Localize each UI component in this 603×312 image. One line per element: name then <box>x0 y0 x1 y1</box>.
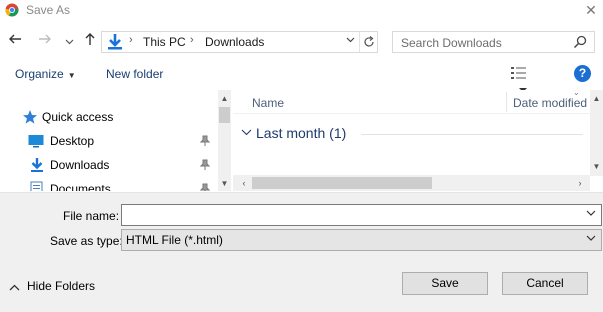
scroll-down-button[interactable]: ▼ <box>590 160 603 174</box>
navpane-item-downloads[interactable]: Downloads <box>0 155 218 175</box>
desktop-icon <box>28 135 44 148</box>
refresh-icon <box>363 36 374 47</box>
help-button[interactable]: ? <box>574 65 591 82</box>
breadcrumb-downloads[interactable]: Downloads <box>205 35 264 49</box>
new-folder-button[interactable]: New folder <box>106 67 163 81</box>
chevron-down-icon[interactable] <box>586 208 596 218</box>
navpane-label: Quick access <box>42 110 114 124</box>
hide-folders-label: Hide Folders <box>27 279 96 293</box>
caret-down-icon: ▼ <box>67 71 76 80</box>
save-as-type-select[interactable]: HTML File (*.html) <box>121 229 602 251</box>
group-divider <box>361 134 583 135</box>
save-form: File name: Save as type: HTML File (*.ht… <box>0 192 603 312</box>
address-bar[interactable]: › This PC › Downloads <box>101 31 378 53</box>
navigation-bar: › This PC › Downloads Search Downloads <box>0 28 603 56</box>
scroll-up-button[interactable]: ▲ <box>590 92 603 106</box>
breadcrumb-this-pc[interactable]: This PC <box>143 35 186 49</box>
file-name-label: File name: <box>63 209 120 223</box>
group-header-last-month[interactable]: Last month (1) <box>241 124 586 144</box>
file-name-input[interactable] <box>121 204 602 226</box>
scroll-right-button[interactable]: › <box>573 175 587 191</box>
command-bar: Organize ▼ New folder ? <box>0 60 603 92</box>
chevron-down-icon <box>346 37 354 43</box>
pin-icon <box>200 159 210 170</box>
navpane-scrollbar[interactable]: ▲ ▼ <box>218 90 231 191</box>
help-icon: ? <box>578 66 587 80</box>
organize-label: Organize <box>15 67 64 81</box>
chrome-icon <box>5 3 19 17</box>
scrollbar-thumb[interactable] <box>219 107 230 123</box>
navpane-item-documents[interactable]: Documents <box>0 179 218 191</box>
details-view-icon <box>511 67 526 79</box>
pin-icon <box>200 135 210 146</box>
save-as-type-label: Save as type: <box>50 234 123 248</box>
document-icon <box>30 181 43 191</box>
navigation-pane: Quick access Desktop Downloads Documents <box>0 90 232 191</box>
scroll-left-button[interactable]: ‹ <box>237 175 251 191</box>
download-icon <box>31 158 43 172</box>
organize-menu-button[interactable]: Organize ▼ <box>15 67 76 81</box>
scroll-down-button[interactable]: ▼ <box>218 177 231 191</box>
star-icon <box>23 110 37 124</box>
navpane-label: Desktop <box>50 134 95 148</box>
download-folder-icon <box>108 34 122 50</box>
navpane-label: Downloads <box>50 158 110 172</box>
cancel-button[interactable]: Cancel <box>502 272 588 295</box>
breadcrumb-separator-icon: › <box>190 34 194 46</box>
back-button[interactable] <box>6 32 24 50</box>
up-button[interactable] <box>81 32 99 50</box>
window-title: Save As <box>26 3 71 17</box>
chevron-down-icon <box>586 235 596 241</box>
file-list-horizontal-scrollbar[interactable]: ‹ › <box>233 175 590 191</box>
file-list-scrollbar[interactable]: ▲ ▼ <box>590 90 603 176</box>
scroll-up-button[interactable]: ▲ <box>218 92 231 106</box>
sort-chevron-icon: ⌄ <box>573 90 580 97</box>
arrow-left-icon <box>9 34 21 44</box>
scrollbar-thumb[interactable] <box>252 177 432 189</box>
arrow-up-icon <box>85 33 95 45</box>
chevron-down-icon <box>65 39 73 45</box>
navpane-label: Documents <box>50 182 111 191</box>
breadcrumb-separator-icon: › <box>129 34 133 46</box>
navpane-item-quick-access[interactable]: Quick access <box>0 107 218 127</box>
change-view-button[interactable] <box>510 66 548 92</box>
column-header-row: Name Date modified ⌄ <box>233 90 593 114</box>
save-as-type-value: HTML File (*.html) <box>126 233 223 247</box>
navpane-item-desktop[interactable]: Desktop <box>0 131 218 151</box>
search-placeholder: Search Downloads <box>401 36 502 50</box>
arrow-right-icon <box>39 34 51 44</box>
column-header-name[interactable]: Name <box>252 96 284 110</box>
close-icon: ✕ <box>585 2 597 18</box>
forward-button[interactable] <box>36 32 54 50</box>
chevron-up-icon <box>9 284 20 291</box>
close-button[interactable]: ✕ <box>582 1 600 19</box>
column-divider[interactable] <box>506 92 507 112</box>
address-dropdown-button[interactable] <box>343 34 357 50</box>
search-box[interactable]: Search Downloads <box>392 31 595 53</box>
chevron-down-icon <box>241 129 252 136</box>
save-button[interactable]: Save <box>402 272 488 295</box>
recent-locations-button[interactable] <box>62 34 76 52</box>
group-label: Last month (1) <box>256 125 347 141</box>
refresh-button[interactable] <box>359 32 377 52</box>
title-bar: Save As ✕ <box>0 0 603 22</box>
column-header-date-modified[interactable]: Date modified <box>513 96 587 110</box>
pin-icon <box>200 183 210 191</box>
search-icon <box>573 35 587 49</box>
